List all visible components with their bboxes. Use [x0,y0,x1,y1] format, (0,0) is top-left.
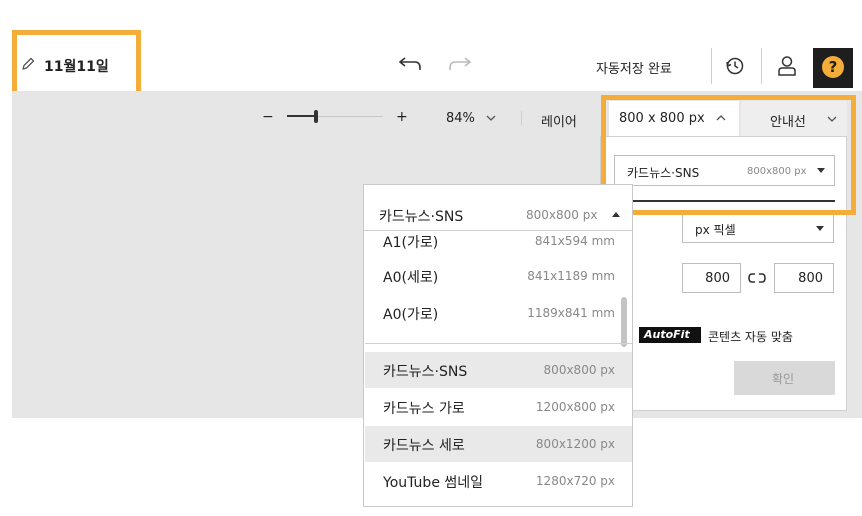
undo-icon[interactable] [395,56,423,74]
list-item[interactable]: A0(가로) 1189x841 mm [365,295,632,331]
dropdown-selected-name: 카드뉴스·SNS [379,209,464,225]
list-item-name: A0(가로) [383,307,439,323]
toolbar-divider [521,111,522,125]
caret-up-icon [612,212,620,217]
list-item-dim: 1200x800 px [535,400,615,414]
autofit-logo: AutoFit [639,327,701,343]
list-item-dim: 1280x720 px [535,474,615,488]
redo-icon[interactable] [447,56,475,74]
size-tab-label: 800 x 800 px [619,111,705,126]
height-input[interactable]: 800 [774,263,834,293]
list-item-name: 카드뉴스 가로 [383,401,465,417]
dropdown-header[interactable]: 카드뉴스·SNS 800x800 px [364,185,632,231]
dropdown-scrollbar[interactable] [621,297,627,347]
chevron-up-icon [716,115,726,121]
preset-dropdown[interactable]: 카드뉴스·SNS 800x800 px A1(가로) 841x594 mm A0… [363,184,633,507]
preset-select-name: 카드뉴스·SNS [627,166,700,180]
header-divider [711,48,712,84]
help-button[interactable]: ? [813,48,853,88]
list-item[interactable]: 카드뉴스·SNS 800x800 px [365,352,632,388]
zoom-out-button[interactable]: − [262,109,274,125]
header-divider-2 [761,48,762,84]
list-item-name: 카드뉴스·SNS [383,364,468,380]
guide-tab[interactable]: 안내선 [741,101,847,136]
list-item-dim: 841x594 mm [534,234,615,248]
width-input[interactable]: 800 [682,263,741,293]
zoom-slider-fill [287,115,316,117]
unit-select[interactable]: px 픽셀 [682,213,834,243]
confirm-button-label: 확인 [772,372,795,386]
list-item-dim: 841x1189 mm [527,269,615,283]
width-input-value: 800 [705,271,730,286]
guide-tab-label: 안내선 [770,115,806,130]
autosave-status: 자동저장 완료 [596,62,672,77]
list-item[interactable]: 카드뉴스 가로 1200x800 px [365,389,632,425]
list-item-name: A0(세로) [383,270,439,286]
caret-down-icon [816,226,824,231]
user-icon[interactable] [776,54,798,78]
chevron-down-icon[interactable] [486,114,496,122]
size-tab[interactable]: 800 x 800 px [609,101,739,136]
history-icon[interactable] [724,55,746,77]
list-item-dim: 1189x841 mm [527,306,615,320]
zoom-in-button[interactable]: + [396,109,408,125]
list-item-dim: 800x800 px [543,363,615,377]
panel-divider [614,200,835,202]
height-input-value: 800 [798,271,823,286]
caret-down-icon [817,168,825,173]
zoom-percent[interactable]: 84% [446,111,475,126]
list-item[interactable]: A0(세로) 841x1189 mm [365,258,632,294]
list-item-dim: 800x1200 px [535,437,615,451]
list-item[interactable]: 카드뉴스 세로 800x1200 px [365,426,632,462]
zoom-slider-thumb[interactable] [314,110,318,123]
list-item-name: A1(가로) [383,235,439,251]
link-icon[interactable] [748,272,766,284]
unit-select-label: px 픽셀 [695,223,736,237]
help-icon: ? [822,56,844,78]
dropdown-selected-dim: 800x800 px [526,208,598,222]
autofit-logo-text: AutoFit [644,328,690,341]
chevron-down-icon [827,116,837,122]
autofit-label[interactable]: 콘텐츠 자동 맞춤 [708,328,793,345]
list-item-name: 카드뉴스 세로 [383,438,465,454]
preset-select-dim: 800x800 px [747,166,807,177]
layer-button[interactable]: 레이어 [541,111,577,130]
document-title: 11월11일 [44,59,109,75]
list-item[interactable]: YouTube 썸네일 1280x720 px [365,463,632,499]
confirm-button[interactable]: 확인 [734,361,835,395]
pencil-icon [22,57,35,70]
edit-title-button[interactable]: 11월11일 [18,52,128,78]
list-item-name: YouTube 썸네일 [383,475,484,491]
dropdown-group-divider [365,343,632,344]
zoom-slider[interactable] [287,110,383,124]
preset-select[interactable]: 카드뉴스·SNS 800x800 px [614,155,835,186]
